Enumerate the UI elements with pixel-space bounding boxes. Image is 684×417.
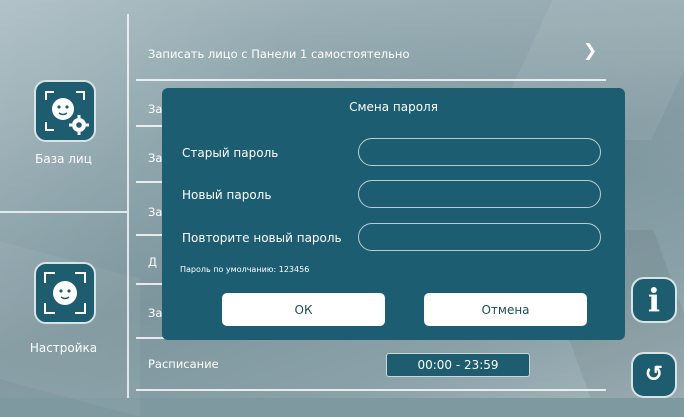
ok-button[interactable]: ОК bbox=[222, 293, 385, 326]
sidebar-item-label: База лиц bbox=[35, 152, 92, 166]
back-icon: ↺ bbox=[644, 362, 664, 387]
new-password-input[interactable] bbox=[358, 180, 601, 208]
dialog-title: Смена пароля bbox=[349, 100, 438, 114]
sidebar-section-divider bbox=[0, 211, 127, 213]
back-button[interactable]: ↺ bbox=[631, 352, 677, 398]
list-item[interactable]: За bbox=[148, 205, 162, 219]
default-password-hint: Пароль по умолчанию: 123456 bbox=[180, 265, 310, 274]
face-scan-icon bbox=[34, 262, 96, 324]
old-password-input[interactable] bbox=[358, 138, 601, 166]
schedule-time-button[interactable]: 00:00 - 23:59 bbox=[386, 353, 530, 377]
list-item-record-face[interactable]: Записать лицо с Панели 1 самостоятельно bbox=[148, 47, 410, 61]
list-item[interactable]: За bbox=[148, 151, 162, 165]
cancel-button[interactable]: Отмена bbox=[424, 293, 587, 326]
repeat-password-label: Повторите новый пароль bbox=[182, 231, 342, 245]
face-settings-icon bbox=[34, 80, 96, 142]
old-password-label: Старый пароль bbox=[182, 146, 279, 160]
list-divider bbox=[136, 389, 606, 391]
info-icon: i bbox=[647, 281, 661, 319]
list-item[interactable]: За bbox=[148, 306, 162, 320]
chevron-right-icon[interactable]: ❯ bbox=[583, 41, 597, 61]
info-button[interactable]: i bbox=[631, 277, 677, 323]
change-password-dialog: Смена пароля Старый пароль Новый пароль … bbox=[162, 88, 625, 340]
sidebar-item-label: Настройка bbox=[29, 341, 98, 355]
list-divider bbox=[136, 79, 606, 81]
new-password-label: Новый пароль bbox=[182, 188, 272, 202]
repeat-password-input[interactable] bbox=[358, 223, 601, 251]
list-item[interactable]: За bbox=[148, 102, 162, 116]
list-item[interactable]: Д bbox=[148, 255, 157, 269]
sidebar-divider bbox=[127, 14, 129, 398]
schedule-label: Расписание bbox=[148, 357, 219, 371]
